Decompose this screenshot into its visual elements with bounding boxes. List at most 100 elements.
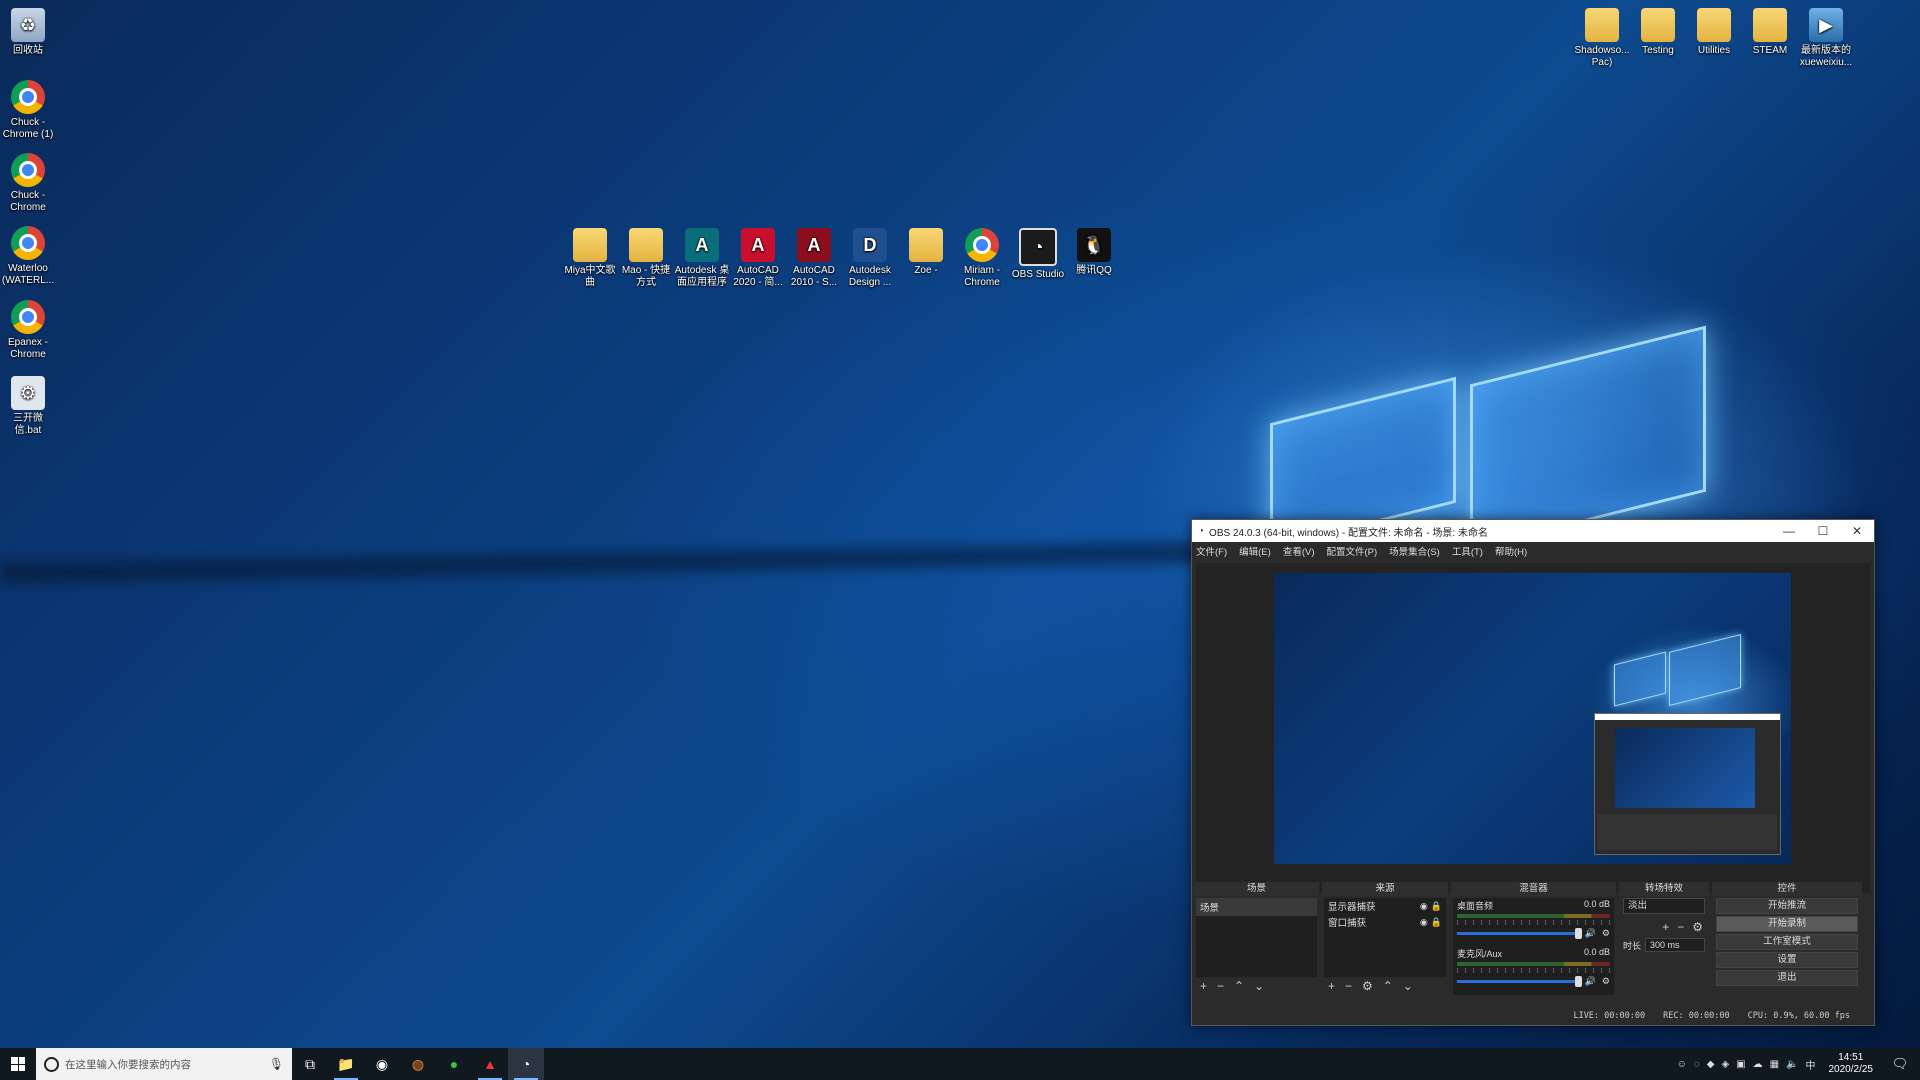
menu-scene-collection[interactable]: 场景集合(S) xyxy=(1389,544,1440,558)
obs-titlebar[interactable]: ◔ OBS 24.0.3 (64-bit, windows) - 配置文件: 未… xyxy=(1192,520,1874,542)
start-recording-button[interactable]: 开始录制 xyxy=(1716,916,1858,932)
desktop-icon-recycle-bin[interactable]: ♻ 回收站 xyxy=(0,8,56,57)
studio-mode-button[interactable]: 工作室模式 xyxy=(1716,934,1858,950)
gear-icon[interactable]: ⚙ xyxy=(1692,920,1703,934)
maximize-icon[interactable]: ☐ xyxy=(1806,524,1840,538)
menu-view[interactable]: 查看(V) xyxy=(1283,544,1315,558)
gear-icon[interactable]: ⚙ xyxy=(1602,976,1610,987)
desktop-icon-label: OBS Studio xyxy=(1011,269,1065,280)
transition-select[interactable]: 淡出 xyxy=(1623,898,1705,914)
speaker-icon[interactable]: 🔊 xyxy=(1585,928,1596,939)
ime-indicator[interactable]: 中 xyxy=(1806,1057,1816,1072)
desktop-icon-autocad-2010[interactable]: A AutoCAD 2010 - S... xyxy=(786,228,842,289)
desktop-icon-chuck-chrome[interactable]: Chuck - Chrome xyxy=(0,153,56,214)
menu-file[interactable]: 文件(F) xyxy=(1196,544,1227,558)
system-tray: ☺ ◌ ◆ ◈ ▣ ☁ ▦ 🔈 中 14:51 2020/2/25 🗨 xyxy=(1677,1052,1920,1076)
notification-icon[interactable]: 🗨 xyxy=(1886,1056,1914,1072)
desktop-icon-autocad-2020[interactable]: A AutoCAD 2020 - 简... xyxy=(730,228,786,289)
autocad-taskbar-icon[interactable]: ▲ xyxy=(472,1048,508,1080)
speaker-icon[interactable]: 🔊 xyxy=(1585,976,1596,987)
lock-icon[interactable]: 🔒 xyxy=(1431,917,1442,928)
start-streaming-button[interactable]: 开始推流 xyxy=(1716,898,1858,914)
duration-input[interactable]: 300 ms xyxy=(1645,938,1705,952)
folder-icon xyxy=(1753,8,1787,42)
tray-app-icon[interactable]: ◌ xyxy=(1694,1059,1700,1070)
eye-icon[interactable]: ◉ xyxy=(1420,917,1428,928)
remove-icon[interactable]: − xyxy=(1345,979,1352,995)
windows-logo-pane xyxy=(1669,634,1741,706)
move-down-icon[interactable]: ⌄ xyxy=(1403,979,1413,995)
wechat-icon[interactable]: ● xyxy=(436,1048,472,1080)
start-button[interactable] xyxy=(0,1048,36,1080)
lock-icon[interactable]: 🔒 xyxy=(1431,901,1442,912)
desktop-icon-autodesk-design[interactable]: D Autodesk Design ... xyxy=(842,228,898,289)
tray-app-icon[interactable]: ◈ xyxy=(1721,1059,1729,1070)
microphone-icon[interactable]: 🎙 xyxy=(269,1057,284,1071)
preview-canvas[interactable] xyxy=(1274,573,1791,864)
desktop-icon-mao[interactable]: Mao - 快捷方式 xyxy=(618,228,674,289)
tray-app-icon[interactable]: ◆ xyxy=(1707,1059,1715,1070)
remove-icon[interactable]: − xyxy=(1217,979,1224,995)
desktop-icon-zoe[interactable]: Zoe - xyxy=(898,228,954,277)
desktop-icon-shadowsocks[interactable]: Shadowso... Pac) xyxy=(1574,8,1630,69)
desktop-icon-bat[interactable]: ⚙ 三开微信.bat xyxy=(0,376,56,437)
move-down-icon[interactable]: ⌄ xyxy=(1254,979,1264,995)
firefox-icon[interactable]: ◍ xyxy=(400,1048,436,1080)
menu-tools[interactable]: 工具(T) xyxy=(1452,544,1483,558)
menu-edit[interactable]: 编辑(E) xyxy=(1239,544,1271,558)
add-icon[interactable]: + xyxy=(1200,979,1207,995)
obs-icon: ◔ xyxy=(1019,228,1057,266)
desktop-icon-utilities[interactable]: Utilities xyxy=(1686,8,1742,57)
minimize-icon[interactable]: — xyxy=(1772,524,1806,538)
sources-dock: 来源 显示器捕获 ◉ 🔒 窗口捕获 ◉ 🔒 + − ⚙ ⌃ ⌄ xyxy=(1322,882,1448,997)
gear-icon[interactable]: ⚙ xyxy=(1602,928,1610,939)
desktop-icon-steam[interactable]: STEAM xyxy=(1742,8,1798,57)
eye-icon[interactable]: ◉ xyxy=(1420,901,1428,912)
move-up-icon[interactable]: ⌃ xyxy=(1383,979,1393,995)
desktop-icon-testing[interactable]: Testing xyxy=(1630,8,1686,57)
desktop-icon-waterloo[interactable]: Waterloo (WATERL... xyxy=(0,226,56,287)
chrome-icon xyxy=(965,228,999,262)
task-view-icon[interactable]: ⧉ xyxy=(292,1048,328,1080)
desktop-icon-chuck-chrome-1[interactable]: Chuck - Chrome (1) xyxy=(0,80,56,141)
chrome-taskbar-icon[interactable]: ◉ xyxy=(364,1048,400,1080)
people-icon[interactable]: ☺ xyxy=(1677,1059,1687,1070)
tray-app-icon[interactable]: ▣ xyxy=(1736,1059,1745,1070)
add-icon[interactable]: + xyxy=(1328,979,1335,995)
taskbar-clock[interactable]: 14:51 2020/2/25 xyxy=(1823,1052,1880,1076)
volume-icon[interactable]: 🔈 xyxy=(1786,1059,1798,1070)
desktop-icon-miriam[interactable]: Miriam - Chrome xyxy=(954,228,1010,289)
gear-icon[interactable]: ⚙ xyxy=(1362,979,1373,995)
obs-window[interactable]: ◔ OBS 24.0.3 (64-bit, windows) - 配置文件: 未… xyxy=(1191,519,1875,1026)
desktop-icon-label: 腾讯QQ xyxy=(1076,265,1112,276)
desktop-icon-autodesk-app[interactable]: A Autodesk 桌面应用程序 xyxy=(674,228,730,289)
volume-slider[interactable] xyxy=(1457,976,1582,987)
file-explorer-icon[interactable]: 📁 xyxy=(328,1048,364,1080)
desktop-icon-epanex[interactable]: Epanex - Chrome xyxy=(0,300,56,361)
taskbar-search[interactable]: 在这里输入你要搜索的内容 🎙 xyxy=(36,1048,292,1080)
desktop-icon-label: 回收站 xyxy=(13,45,43,56)
move-up-icon[interactable]: ⌃ xyxy=(1234,979,1244,995)
desktop-icon-miya[interactable]: Miya中文歌曲 xyxy=(562,228,618,289)
exit-button[interactable]: 退出 xyxy=(1716,970,1858,986)
source-item[interactable]: 显示器捕获 ◉ 🔒 xyxy=(1324,898,1446,914)
desktop-icon-label: Epanex - Chrome xyxy=(7,337,49,360)
remove-icon[interactable]: − xyxy=(1677,920,1684,934)
settings-button[interactable]: 设置 xyxy=(1716,952,1858,968)
desktop-icon-qq[interactable]: 🐧 腾讯QQ xyxy=(1066,228,1122,277)
close-icon[interactable]: ✕ xyxy=(1840,524,1874,538)
volume-slider[interactable] xyxy=(1457,928,1582,939)
obs-taskbar-icon[interactable]: ◔ xyxy=(508,1048,544,1080)
chrome-icon xyxy=(11,300,45,334)
onedrive-icon[interactable]: ☁ xyxy=(1753,1059,1763,1070)
desktop-icon-label: 三开微信.bat xyxy=(13,413,43,436)
network-icon[interactable]: ▦ xyxy=(1770,1059,1779,1070)
desktop-icon-video[interactable]: ▶ 最新版本的 xueweixiu... xyxy=(1798,8,1854,69)
menu-profile[interactable]: 配置文件(P) xyxy=(1326,544,1377,558)
mixer-dock: 混音器 桌面音频 0.0 dB 🔊 ⚙ 麦克风/Aux 0.0 dB 🔊 ⚙ xyxy=(1451,882,1616,997)
source-item[interactable]: 窗口捕获 ◉ 🔒 xyxy=(1324,914,1446,930)
scene-item[interactable]: 场景 xyxy=(1196,898,1317,916)
menu-help[interactable]: 帮助(H) xyxy=(1495,544,1527,558)
add-icon[interactable]: + xyxy=(1662,920,1669,934)
desktop-icon-obs[interactable]: ◔ OBS Studio xyxy=(1010,228,1066,281)
